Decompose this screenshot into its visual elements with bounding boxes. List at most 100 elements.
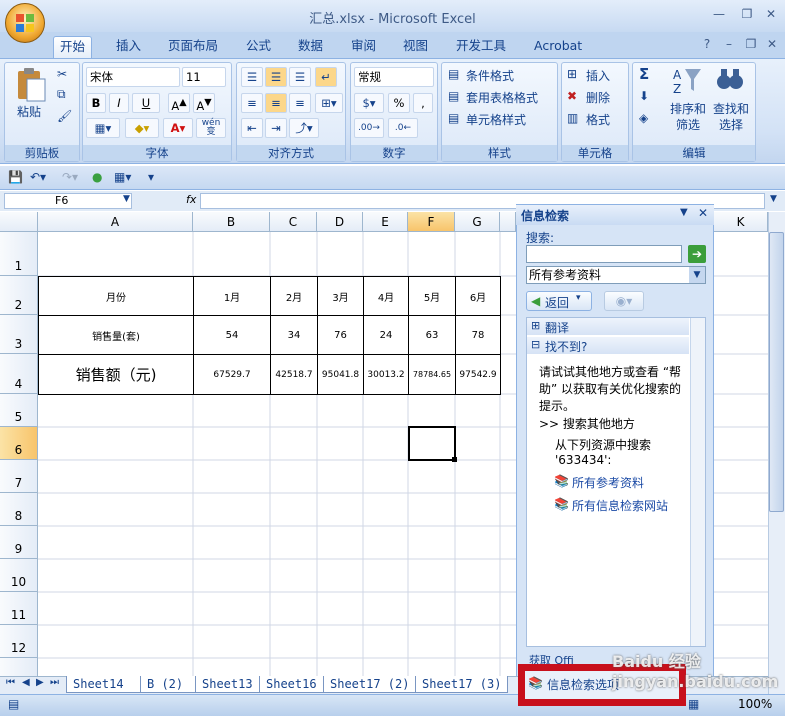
orientation-icon[interactable]: ⤴▾: [289, 118, 319, 138]
ribbon-restore-icon[interactable]: ❐: [744, 38, 758, 50]
row-header-2[interactable]: 2: [0, 276, 38, 315]
sheet-tab[interactable]: B (2): [140, 676, 196, 693]
font-size-select[interactable]: 11: [182, 67, 226, 87]
sheet-tab[interactable]: Sheet17 (3): [415, 676, 508, 693]
tab-view[interactable]: 视图: [397, 36, 434, 58]
cut-icon[interactable]: ✂: [57, 67, 67, 81]
table-cell[interactable]: 78: [455, 315, 501, 355]
tab-home[interactable]: 开始: [53, 36, 93, 58]
sheet-tab[interactable]: Sheet16: [259, 676, 324, 693]
insert-cells-button[interactable]: 插入: [586, 67, 610, 84]
sheet-tab[interactable]: Sheet13: [195, 676, 260, 693]
tab-formulas[interactable]: 公式: [240, 36, 277, 58]
grow-font-icon[interactable]: A▲: [168, 93, 190, 113]
align-center-icon[interactable]: ≡: [265, 93, 287, 113]
column-header-k[interactable]: K: [714, 212, 768, 232]
ribbon-minimize-icon[interactable]: –: [722, 38, 736, 50]
save-icon[interactable]: 💾: [8, 170, 23, 184]
shrink-font-icon[interactable]: A▼: [193, 93, 215, 113]
research-options-link[interactable]: 信息检索选项: [547, 676, 619, 693]
align-left-icon[interactable]: ≡: [241, 93, 263, 113]
conditional-format-icon[interactable]: ▤: [448, 67, 459, 81]
all-research-sites-link[interactable]: 所有信息检索网站: [572, 497, 668, 514]
delete-cells-icon[interactable]: ✖: [567, 89, 577, 103]
row-header-12[interactable]: 12: [0, 625, 38, 658]
merge-center-icon[interactable]: ⊞▾: [315, 93, 343, 113]
table-header-cell[interactable]: 4月: [363, 276, 409, 316]
translate-label[interactable]: 翻译: [545, 319, 569, 336]
decrease-decimal-icon[interactable]: .0←: [388, 118, 418, 138]
row-header-3[interactable]: 3: [0, 315, 38, 354]
find-select-button[interactable]: 查找和 选择: [713, 101, 749, 133]
source-select[interactable]: 所有参考资料: [526, 266, 706, 284]
form-icon[interactable]: ▦▾: [114, 170, 131, 184]
sheet-tab[interactable]: Sheet14: [66, 676, 141, 693]
increase-indent-icon[interactable]: ⇥: [265, 118, 287, 138]
table-cell[interactable]: 95041.8: [317, 354, 364, 395]
back-button[interactable]: ◀ 返回: [526, 291, 592, 311]
percent-button[interactable]: %: [388, 93, 410, 113]
row-header-13[interactable]: [0, 658, 38, 676]
table-cell[interactable]: 30013.2: [363, 354, 409, 395]
format-cells-button[interactable]: 格式: [586, 111, 610, 128]
column-header-f[interactable]: F: [408, 212, 455, 232]
table-cell[interactable]: 34: [270, 315, 318, 355]
column-header-h[interactable]: [500, 212, 516, 232]
clear-icon[interactable]: ◈: [639, 111, 648, 125]
sheet-nav-next-icon[interactable]: ▶: [36, 677, 44, 688]
cell-styles-button[interactable]: 单元格样式: [466, 111, 526, 128]
table-header-cell[interactable]: 2月: [270, 276, 318, 316]
autosum-icon[interactable]: Σ: [639, 65, 649, 83]
align-right-icon[interactable]: ≡: [289, 93, 311, 113]
format-cells-icon[interactable]: ▥: [567, 111, 578, 125]
format-as-table-icon[interactable]: ▤: [448, 89, 459, 103]
column-header-a[interactable]: A: [38, 212, 193, 232]
table-cell[interactable]: 76: [317, 315, 364, 355]
fill-handle[interactable]: [452, 457, 457, 462]
align-middle-icon[interactable]: ☰: [265, 67, 287, 87]
row-header-5[interactable]: 5: [0, 394, 38, 427]
cell-styles-icon[interactable]: ▤: [448, 111, 459, 125]
currency-icon[interactable]: $▾: [354, 93, 384, 113]
row-header-8[interactable]: 8: [0, 493, 38, 526]
row-header-11[interactable]: 11: [0, 592, 38, 625]
table-row-label[interactable]: 销售额（元): [38, 354, 194, 395]
table-cell[interactable]: 67529.7: [193, 354, 271, 395]
sheet-nav-prev-icon[interactable]: ◀: [22, 677, 30, 688]
macro-record-icon[interactable]: ▤: [8, 697, 19, 711]
sort-filter-button[interactable]: 排序和 筛选: [670, 101, 706, 133]
tab-acrobat[interactable]: Acrobat: [528, 36, 588, 58]
back-dropdown-icon[interactable]: ▾: [576, 293, 581, 303]
table-header-cell[interactable]: 3月: [317, 276, 364, 316]
italic-button[interactable]: I: [109, 93, 129, 113]
row-header-9[interactable]: 9: [0, 526, 38, 559]
office-button[interactable]: [5, 3, 45, 43]
fx-icon[interactable]: fx: [186, 193, 196, 206]
table-header-cell[interactable]: 1月: [193, 276, 271, 316]
tab-insert[interactable]: 插入: [110, 36, 147, 58]
forward-button[interactable]: ◉▾: [604, 291, 644, 311]
vertical-scroll-thumb[interactable]: [769, 232, 784, 512]
format-painter-icon[interactable]: 🖌: [57, 109, 72, 123]
redo-icon[interactable]: ↷▾: [62, 170, 78, 184]
comma-button[interactable]: ,: [413, 93, 433, 113]
help-icon[interactable]: ?: [700, 38, 714, 50]
borders-icon[interactable]: ▦▾: [86, 118, 120, 138]
decrease-indent-icon[interactable]: ⇤: [241, 118, 263, 138]
page-view-icons[interactable]: ▦: [688, 697, 699, 711]
column-header-g[interactable]: G: [455, 212, 500, 232]
spellcheck-icon[interactable]: ●: [92, 170, 102, 184]
pane-menu-icon[interactable]: ▼: [680, 207, 688, 218]
zoom-level[interactable]: 100%: [738, 697, 772, 711]
tab-developer[interactable]: 开发工具: [450, 36, 512, 58]
search-go-icon[interactable]: ➔: [688, 245, 706, 263]
undo-icon[interactable]: ↶▾: [30, 170, 46, 184]
align-top-icon[interactable]: ☰: [241, 67, 263, 87]
name-box[interactable]: F6: [4, 193, 132, 209]
insert-cells-icon[interactable]: ⊞: [567, 67, 577, 81]
table-cell[interactable]: 54: [193, 315, 271, 355]
search-input[interactable]: [526, 245, 682, 263]
sheet-nav-first-icon[interactable]: ⏮: [6, 677, 15, 688]
sheet-tab[interactable]: Sheet17 (2): [323, 676, 416, 693]
close-icon[interactable]: ✕: [764, 8, 778, 20]
